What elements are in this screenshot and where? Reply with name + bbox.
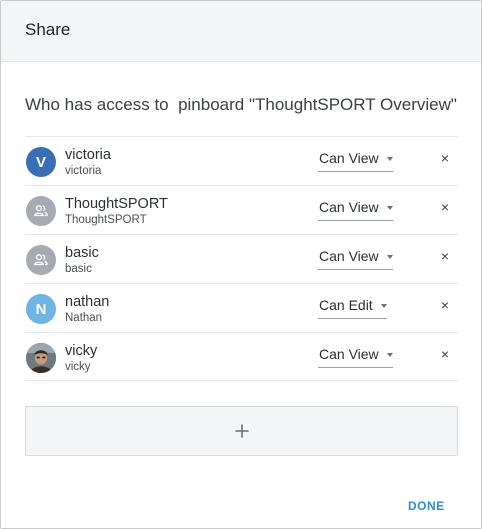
avatar: N bbox=[26, 294, 56, 324]
user-name: basic bbox=[65, 245, 99, 261]
group-icon bbox=[34, 254, 48, 266]
list-item: vicky vicky Can View × bbox=[25, 332, 458, 381]
close-icon[interactable]: × bbox=[437, 297, 453, 313]
close-icon[interactable]: × bbox=[437, 150, 453, 166]
permission-dropdown[interactable]: Can View bbox=[318, 150, 393, 172]
chevron-down-icon bbox=[386, 157, 393, 161]
permission-label: Can View bbox=[319, 346, 379, 362]
group-icon bbox=[34, 205, 48, 217]
permission-dropdown[interactable]: Can View bbox=[318, 248, 393, 270]
avatar bbox=[26, 245, 56, 275]
close-icon[interactable]: × bbox=[437, 248, 453, 264]
user-subname: Nathan bbox=[65, 312, 103, 324]
close-icon[interactable]: × bbox=[437, 346, 453, 362]
dialog-header: Share bbox=[1, 1, 481, 62]
permission-label: Can View bbox=[319, 248, 379, 264]
dialog-title: Share bbox=[25, 20, 71, 39]
user-name: nathan bbox=[65, 294, 110, 310]
chevron-down-icon bbox=[380, 304, 387, 308]
avatar bbox=[26, 196, 56, 226]
user-subname: victoria bbox=[65, 165, 102, 177]
plus-icon bbox=[235, 424, 249, 438]
user-subname: ThoughtSPORT bbox=[65, 214, 147, 226]
list-item: N nathan Nathan Can Edit × bbox=[25, 283, 458, 332]
close-icon[interactable]: × bbox=[437, 199, 453, 215]
avatar bbox=[26, 343, 56, 373]
chevron-down-icon bbox=[386, 206, 393, 210]
access-title: Who has access to pinboard "ThoughtSPORT… bbox=[25, 95, 457, 114]
list-item: ThoughtSPORT ThoughtSPORT Can View × bbox=[25, 185, 458, 234]
permission-dropdown[interactable]: Can View bbox=[318, 199, 393, 221]
chevron-down-icon bbox=[386, 353, 393, 357]
avatar-initial: V bbox=[35, 153, 46, 171]
chevron-down-icon bbox=[386, 255, 393, 259]
permission-dropdown[interactable]: Can Edit bbox=[318, 297, 387, 319]
permission-dropdown[interactable]: Can View bbox=[318, 346, 393, 368]
permission-label: Can View bbox=[319, 150, 379, 166]
avatar-initial: N bbox=[35, 300, 47, 318]
list-item: V victoria victoria Can View × bbox=[25, 136, 458, 185]
permission-label: Can Edit bbox=[319, 297, 373, 313]
share-dialog: Share Who has access to pinboard "Though… bbox=[0, 0, 482, 529]
user-name: vicky bbox=[65, 343, 98, 359]
user-subname: basic bbox=[65, 263, 92, 275]
add-user-button[interactable] bbox=[25, 406, 458, 456]
user-list: V victoria victoria Can View × ThoughtSP… bbox=[25, 136, 458, 381]
avatar: V bbox=[26, 147, 56, 177]
user-name: victoria bbox=[65, 147, 111, 163]
list-item: basic basic Can View × bbox=[25, 234, 458, 283]
permission-label: Can View bbox=[319, 199, 379, 215]
user-subname: vicky bbox=[65, 361, 91, 373]
done-button[interactable]: DONE bbox=[408, 499, 445, 513]
user-name: ThoughtSPORT bbox=[65, 196, 168, 212]
user-photo bbox=[26, 343, 56, 373]
